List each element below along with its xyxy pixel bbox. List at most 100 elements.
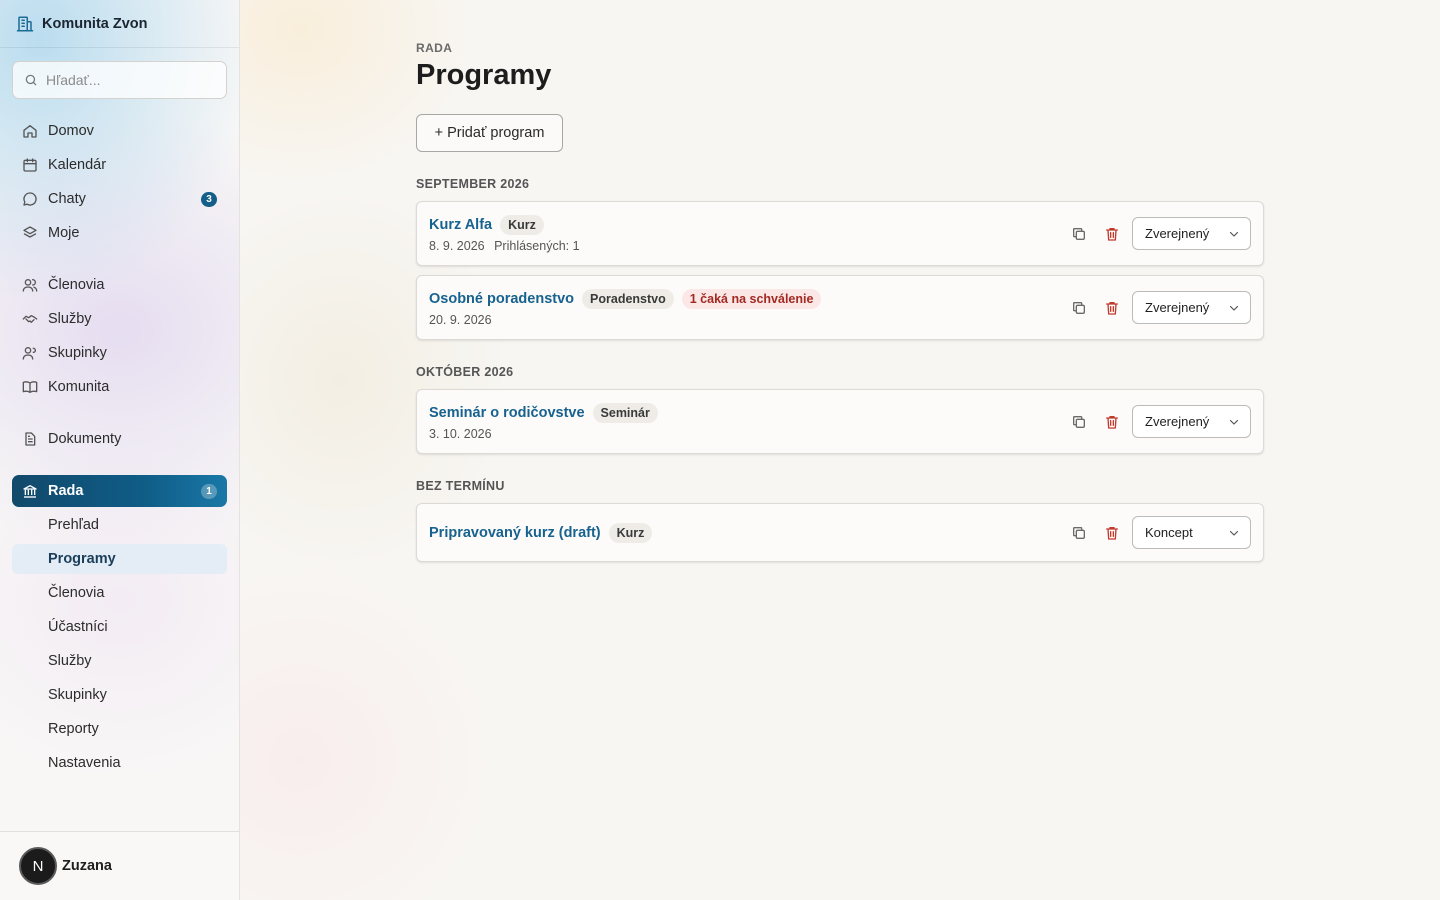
nav-item-council[interactable]: Rada 1 <box>12 475 227 507</box>
institution-icon <box>23 485 37 498</box>
layers-icon <box>23 226 37 238</box>
trash-icon <box>1106 302 1118 315</box>
delete-button[interactable] <box>1101 411 1123 433</box>
sub-item-members[interactable]: Členovia <box>12 578 227 608</box>
program-card: Kurz Alfa Kurz 8. 9. 2026 Prihlásených: … <box>416 201 1264 266</box>
duplicate-button[interactable] <box>1068 297 1090 319</box>
chevron-down-icon <box>1229 231 1239 237</box>
page-title: Programy <box>416 59 552 91</box>
sidebar: Komunita Zvon Domov Kalendár Chaty 3 Moj… <box>0 0 240 900</box>
program-date: 3. 10. 2026 <box>429 427 492 441</box>
document-icon <box>25 432 36 446</box>
program-date: 20. 9. 2026 <box>429 313 492 327</box>
trash-icon <box>1106 527 1118 540</box>
search-icon <box>25 74 37 86</box>
program-meta: 20. 9. 2026 <box>429 313 492 327</box>
nav-item-mine[interactable]: Moje <box>12 217 227 249</box>
trash-icon <box>1106 228 1118 241</box>
sub-item-settings[interactable]: Nastavenia <box>12 748 227 778</box>
pending-approval-badge: 1 čaká na schválenie <box>681 289 822 309</box>
nav-label: Domov <box>48 123 94 139</box>
program-card: Pripravovaný kurz (draft) Kurz Koncept <box>416 503 1264 562</box>
sub-item-programs[interactable]: Programy <box>12 544 227 574</box>
program-title[interactable]: Kurz Alfa <box>429 217 492 233</box>
book-icon <box>22 381 38 393</box>
search-box <box>12 61 227 99</box>
nav-item-members[interactable]: Členovia <box>12 269 227 301</box>
status-value: Zverejnený <box>1145 300 1210 315</box>
nav-label: Moje <box>48 225 80 241</box>
copy-icon <box>1073 228 1085 240</box>
home-icon <box>23 125 37 138</box>
chats-count-badge: 3 <box>201 192 217 207</box>
avatar[interactable]: N <box>19 847 57 885</box>
app-name: Komunita Zvon <box>42 15 148 32</box>
users-icon <box>22 279 38 292</box>
status-value: Zverejnený <box>1145 414 1210 429</box>
chevron-down-icon <box>1229 530 1239 536</box>
program-registered-count: Prihlásených: 1 <box>494 239 580 253</box>
delete-button[interactable] <box>1101 297 1123 319</box>
sub-item-participants[interactable]: Účastníci <box>12 612 227 642</box>
nav-label: Chaty <box>48 191 86 207</box>
status-select[interactable]: Zverejnený <box>1132 405 1251 438</box>
brand[interactable]: Komunita Zvon <box>0 0 239 48</box>
nav-item-chats[interactable]: Chaty 3 <box>12 183 227 215</box>
chevron-down-icon <box>1229 419 1239 425</box>
program-meta: 8. 9. 2026 Prihlásených: 1 <box>429 239 580 253</box>
nav-item-documents[interactable]: Dokumenty <box>12 423 227 455</box>
copy-icon <box>1073 527 1085 539</box>
program-card: Seminár o rodičovstve Seminár 3. 10. 202… <box>416 389 1264 454</box>
program-meta: 3. 10. 2026 <box>429 427 492 441</box>
search-input[interactable] <box>46 72 216 88</box>
status-select[interactable]: Koncept <box>1132 516 1251 549</box>
section-label: SEPTEMBER 2026 <box>416 177 530 191</box>
sub-item-services[interactable]: Služby <box>12 646 227 676</box>
program-title[interactable]: Seminár o rodičovstve <box>429 405 585 421</box>
status-value: Zverejnený <box>1145 226 1210 241</box>
sub-item-reports[interactable]: Reporty <box>12 714 227 744</box>
user-profile[interactable]: N Zuzana <box>0 831 239 900</box>
calendar-icon <box>23 158 37 172</box>
duplicate-button[interactable] <box>1068 223 1090 245</box>
program-type-tag: Seminár <box>592 403 658 423</box>
nav-label: Služby <box>48 311 92 327</box>
copy-icon <box>1073 416 1085 428</box>
main-content: RADA Programy + Pridať program SEPTEMBER… <box>240 0 1440 900</box>
add-program-button[interactable]: + Pridať program <box>416 114 563 152</box>
program-title[interactable]: Osobné poradenstvo <box>429 291 574 307</box>
nav-item-groups[interactable]: Skupinky <box>12 337 227 369</box>
program-title[interactable]: Pripravovaný kurz (draft) <box>429 525 601 541</box>
nav-item-calendar[interactable]: Kalendár <box>12 149 227 181</box>
program-type-tag: Kurz <box>608 523 653 543</box>
chevron-down-icon <box>1229 305 1239 311</box>
nav-label: Rada <box>48 483 84 499</box>
nav-label: Členovia <box>48 277 105 293</box>
nav-item-home[interactable]: Domov <box>12 115 227 147</box>
nav-item-community[interactable]: Komunita <box>12 371 227 403</box>
program-type-tag: Poradenstvo <box>582 289 674 309</box>
duplicate-button[interactable] <box>1068 411 1090 433</box>
nav-label: Kalendár <box>48 157 107 173</box>
chat-bubble-icon <box>23 192 37 206</box>
delete-button[interactable] <box>1101 223 1123 245</box>
copy-icon <box>1073 302 1085 314</box>
breadcrumb: RADA <box>416 41 453 55</box>
program-date: 8. 9. 2026 <box>429 239 485 253</box>
trash-icon <box>1106 416 1118 429</box>
sub-item-overview[interactable]: Prehľad <box>12 510 227 540</box>
user-name: Zuzana <box>62 858 112 874</box>
nav-label: Komunita <box>48 379 110 395</box>
nav-label: Dokumenty <box>48 431 122 447</box>
status-select[interactable]: Zverejnený <box>1132 217 1251 250</box>
duplicate-button[interactable] <box>1068 522 1090 544</box>
council-count-badge: 1 <box>201 484 217 499</box>
handshake-icon <box>22 315 38 323</box>
program-card: Osobné poradenstvo Poradenstvo 1 čaká na… <box>416 275 1264 340</box>
delete-button[interactable] <box>1101 522 1123 544</box>
status-select[interactable]: Zverejnený <box>1132 291 1251 324</box>
section-label: OKTÓBER 2026 <box>416 365 514 379</box>
building-icon <box>16 16 34 31</box>
nav-item-services[interactable]: Služby <box>12 303 227 335</box>
sub-item-groups[interactable]: Skupinky <box>12 680 227 710</box>
